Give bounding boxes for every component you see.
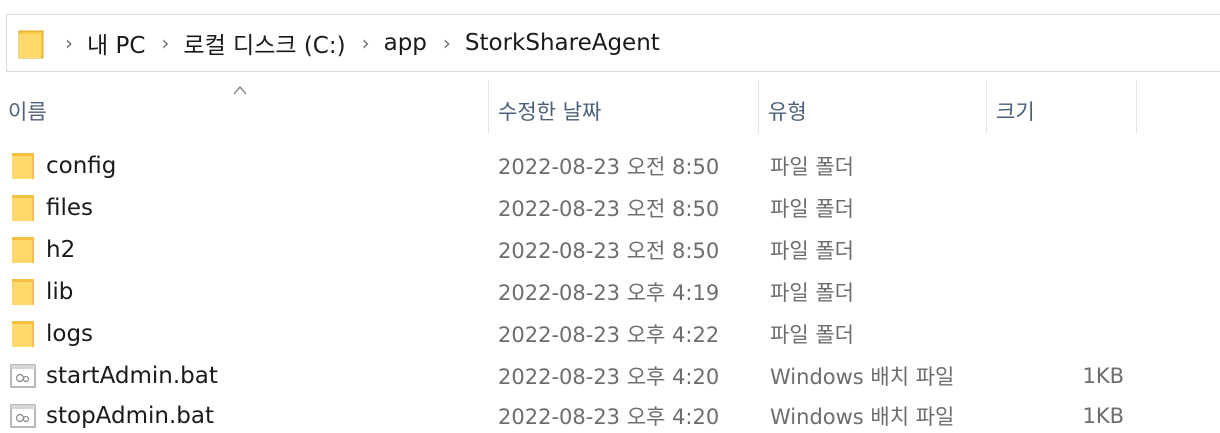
- address-bar[interactable]: › 내 PC › 로컬 디스크 (C:) › app › StorkShareA…: [6, 14, 1220, 72]
- file-date: 2022-08-23 오후 4:22: [498, 323, 720, 347]
- sort-ascending-icon: [233, 85, 247, 95]
- file-row-h2[interactable]: h2 2022-08-23 오전 8:50 파일 폴더: [0, 230, 1220, 270]
- file-name-cell: startAdmin.bat: [10, 356, 218, 396]
- folder-icon: [12, 195, 34, 221]
- folder-icon: [17, 27, 47, 60]
- file-date: 2022-08-23 오후 4:20: [498, 365, 720, 389]
- file-size: 1KB: [1082, 404, 1124, 428]
- batch-file-icon: [10, 364, 36, 388]
- file-name: stopAdmin.bat: [46, 403, 214, 429]
- column-header-size-label: 크기: [996, 100, 1035, 124]
- column-header-date-label: 수정한 날짜: [498, 100, 602, 124]
- file-name-cell: config: [10, 146, 116, 186]
- file-row-logs[interactable]: logs 2022-08-23 오후 4:22 파일 폴더: [0, 314, 1220, 354]
- file-size: [1020, 146, 1124, 186]
- file-name-cell: logs: [10, 314, 93, 354]
- file-row-config[interactable]: config 2022-08-23 오전 8:50 파일 폴더: [0, 146, 1220, 186]
- file-size: [1020, 314, 1124, 354]
- file-type: 파일 폴더: [770, 239, 854, 263]
- column-header-type[interactable]: 유형: [760, 80, 986, 142]
- file-name-cell: h2: [10, 230, 75, 270]
- file-name: files: [46, 195, 94, 221]
- file-size: [1020, 230, 1124, 270]
- file-date: 2022-08-23 오전 8:50: [498, 239, 720, 263]
- file-date: 2022-08-23 오후 4:19: [498, 281, 720, 305]
- column-header-name-label: 이름: [8, 100, 47, 124]
- column-header-type-label: 유형: [768, 100, 807, 124]
- file-explorer-window: › 내 PC › 로컬 디스크 (C:) › app › StorkShareA…: [0, 0, 1220, 433]
- file-row-files[interactable]: files 2022-08-23 오전 8:50 파일 폴더: [0, 188, 1220, 228]
- file-date: 2022-08-23 오후 4:20: [498, 405, 720, 429]
- breadcrumb-separator-icon[interactable]: ›: [65, 33, 73, 53]
- column-divider[interactable]: [986, 80, 987, 134]
- file-name-cell: stopAdmin.bat: [10, 396, 214, 433]
- file-date: 2022-08-23 오전 8:50: [498, 155, 720, 179]
- breadcrumb-item-local-disk[interactable]: 로컬 디스크 (C:): [183, 26, 345, 60]
- file-name-cell: files: [10, 188, 93, 228]
- file-name-cell: lib: [10, 272, 73, 312]
- file-name: logs: [46, 321, 94, 347]
- column-divider[interactable]: [758, 80, 759, 134]
- file-size: 1KB: [1082, 364, 1124, 388]
- folder-icon: [12, 279, 34, 305]
- file-row-stopadmin-bat[interactable]: stopAdmin.bat 2022-08-23 오후 4:20 Windows…: [0, 396, 1220, 433]
- batch-file-icon: [10, 404, 36, 428]
- file-type: 파일 폴더: [770, 197, 854, 221]
- folder-icon: [12, 153, 34, 179]
- column-divider[interactable]: [1136, 80, 1137, 134]
- column-header-row: 이름 수정한 날짜 유형 크기: [0, 80, 1220, 142]
- file-name: h2: [46, 237, 76, 263]
- breadcrumb-item-current-folder[interactable]: StorkShareAgent: [465, 30, 660, 56]
- file-date: 2022-08-23 오전 8:50: [498, 197, 720, 221]
- breadcrumb-separator-icon[interactable]: ›: [443, 33, 451, 53]
- file-type: 파일 폴더: [770, 281, 854, 305]
- file-name: config: [46, 153, 117, 179]
- column-divider[interactable]: [488, 80, 489, 134]
- breadcrumb-separator-icon[interactable]: ›: [161, 33, 169, 53]
- breadcrumb-separator-icon[interactable]: ›: [362, 33, 370, 53]
- file-row-lib[interactable]: lib 2022-08-23 오후 4:19 파일 폴더: [0, 272, 1220, 312]
- file-size: [1020, 188, 1124, 228]
- file-size: [1020, 272, 1124, 312]
- file-name: lib: [46, 279, 74, 305]
- file-name: startAdmin.bat: [46, 363, 218, 389]
- file-type: Windows 배치 파일: [770, 405, 955, 429]
- file-type: 파일 폴더: [770, 155, 854, 179]
- breadcrumb-item-my-pc[interactable]: 내 PC: [87, 26, 145, 60]
- breadcrumb-item-app[interactable]: app: [384, 30, 427, 56]
- column-header-size[interactable]: 크기: [988, 80, 1136, 142]
- folder-icon: [12, 321, 34, 347]
- folder-icon: [12, 237, 34, 263]
- file-type: 파일 폴더: [770, 323, 854, 347]
- file-row-startadmin-bat[interactable]: startAdmin.bat 2022-08-23 오후 4:20 Window…: [0, 356, 1220, 396]
- column-header-date[interactable]: 수정한 날짜: [490, 80, 758, 142]
- file-type: Windows 배치 파일: [770, 365, 955, 389]
